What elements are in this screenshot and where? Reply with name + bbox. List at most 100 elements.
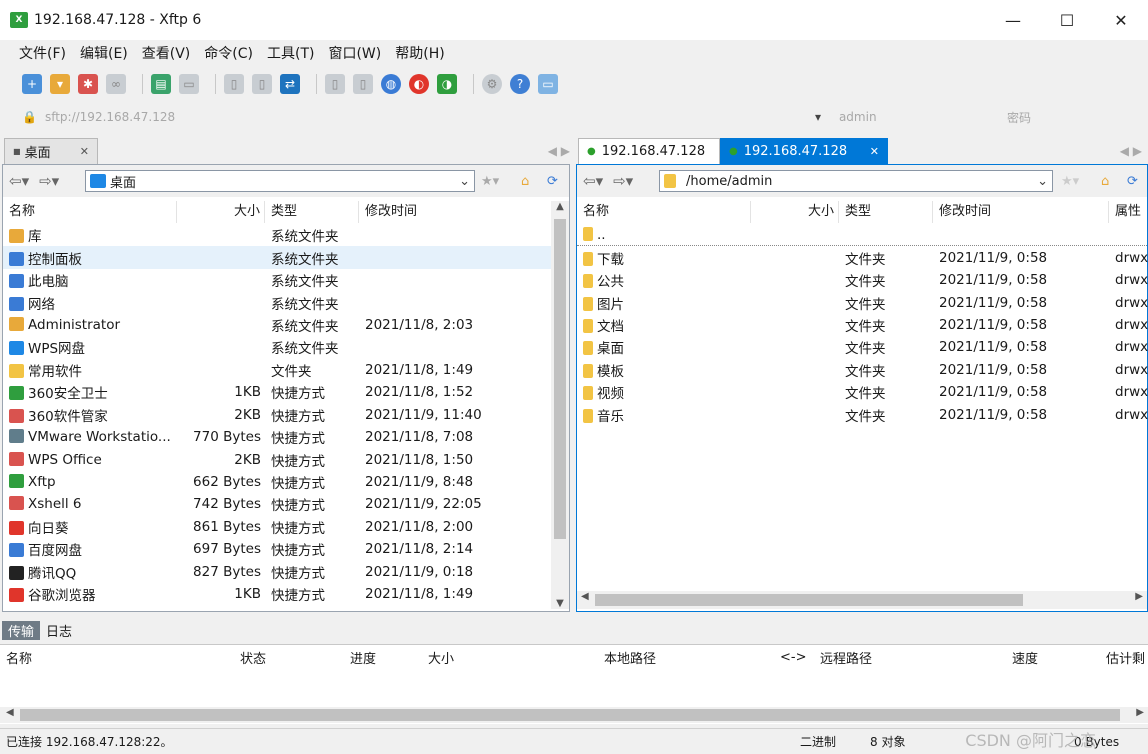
xftp-icon[interactable]: ◑ (437, 74, 457, 94)
table-row[interactable]: 控制面板 系统文件夹 (3, 246, 551, 269)
column-type[interactable]: 类型 (839, 201, 933, 223)
table-row[interactable]: VMware Workstatio... 770 Bytes 快捷方式 2021/11… (3, 426, 551, 448)
table-row[interactable]: Xshell 6 742 Bytes 快捷方式 2021/11/9, 22:05 (3, 493, 551, 515)
menu-tools[interactable]: 工具(T) (260, 43, 321, 63)
refresh-icon[interactable]: ⟳ (1127, 174, 1138, 189)
scroll-down-icon[interactable]: ▼ (551, 598, 569, 609)
help-icon[interactable]: ? (510, 74, 530, 94)
menu-help[interactable]: 帮助(H) (388, 43, 451, 63)
table-row[interactable]: 公共 文件夹 2021/11/9, 0:58 drwx (577, 269, 1148, 291)
transfer-scroll-thumb[interactable] (20, 709, 1120, 721)
scroll-right-icon[interactable]: ▶ (1136, 707, 1144, 718)
transfer-col-progress[interactable]: 进度 (350, 648, 428, 667)
scroll-left-icon[interactable]: ◀ (6, 707, 14, 718)
table-row[interactable]: 向日葵 861 Bytes 快捷方式 2021/11/8, 2:00 (3, 516, 551, 538)
tab-log[interactable]: 日志 (40, 621, 78, 640)
column-name[interactable]: 名称 (3, 201, 177, 223)
table-row[interactable]: 库 系统文件夹 (3, 224, 551, 246)
table-row[interactable]: 音乐 文件夹 2021/11/9, 0:58 drwx (577, 404, 1148, 426)
table-row[interactable]: 桌面 文件夹 2021/11/9, 0:58 drwx (577, 336, 1148, 358)
transfer-col-remote-path[interactable]: 远程路径 (820, 648, 1012, 667)
menu-view[interactable]: 查看(V) (135, 43, 198, 63)
table-row[interactable]: Administrator 系统文件夹 2021/11/8, 2:03 (3, 314, 551, 336)
connect-icon[interactable]: ✱ (78, 74, 98, 94)
transfer-direction-icon[interactable]: ⇄ (280, 74, 300, 94)
column-type[interactable]: 类型 (265, 201, 359, 223)
column-name[interactable]: 名称 (577, 201, 751, 223)
maximize-button[interactable]: ☐ (1040, 0, 1094, 40)
refresh-icon[interactable]: ⟳ (547, 174, 558, 189)
remote-scroll-thumb[interactable] (595, 594, 1023, 606)
transfer-col-local-path[interactable]: 本地路径 (604, 648, 780, 667)
home-folder-icon[interactable]: ⌂ (1101, 174, 1109, 189)
table-row[interactable]: 此电脑 系统文件夹 (3, 269, 551, 291)
transfer-col-eta[interactable]: 估计剩 (1106, 648, 1146, 667)
table-row[interactable]: 常用软件 文件夹 2021/11/8, 1:49 (3, 359, 551, 381)
globe-icon[interactable]: ◍ (381, 74, 401, 94)
address-dropdown-icon[interactable]: ▾ (815, 110, 835, 124)
open-folder-icon[interactable]: ▾ (50, 74, 70, 94)
table-row[interactable]: 文档 文件夹 2021/11/9, 0:58 drwx (577, 314, 1148, 336)
tab-remote-session-2[interactable]: ● 192.168.47.128 ✕ (720, 138, 888, 164)
download-icon[interactable]: ▯ (353, 74, 373, 94)
remote-horizontal-scrollbar[interactable]: ◀ ▶ (577, 591, 1147, 609)
table-row[interactable]: 视频 文件夹 2021/11/9, 0:58 drwx (577, 381, 1148, 403)
table-row[interactable]: Xftp 662 Bytes 快捷方式 2021/11/9, 8:48 (3, 471, 551, 493)
transfer-col-speed[interactable]: 速度 (1012, 648, 1106, 667)
table-row[interactable]: 下载 文件夹 2021/11/9, 0:58 drwx (577, 246, 1148, 268)
session-properties-icon[interactable]: ▤ (151, 74, 171, 94)
tab-close-icon[interactable]: ✕ (870, 145, 879, 158)
table-row[interactable]: WPS Office 2KB 快捷方式 2021/11/8, 1:50 (3, 448, 551, 470)
transfer-col-status[interactable]: 状态 (236, 648, 350, 667)
view-mode-icon[interactable]: ▭ (179, 74, 199, 94)
tab-scroll-arrows-icon[interactable]: ◀ ▶ (548, 144, 570, 158)
table-row[interactable]: WPS网盘 系统文件夹 (3, 336, 551, 358)
close-button[interactable]: ✕ (1094, 0, 1148, 40)
table-row[interactable]: 网络 系统文件夹 (3, 291, 551, 313)
favorite-star-icon[interactable]: ★▾ (481, 174, 499, 189)
minimize-button[interactable]: — (986, 0, 1040, 40)
scroll-left-icon[interactable]: ◀ (581, 591, 589, 602)
password-input[interactable]: 密码 (1003, 109, 1031, 126)
local-scroll-thumb[interactable] (554, 219, 566, 539)
table-row[interactable]: .. (577, 224, 1148, 247)
forward-arrow-icon[interactable]: ⇨▾ (39, 172, 59, 190)
paste-icon[interactable]: ▯ (252, 74, 272, 94)
remote-path-field[interactable]: /home/admin ⌄ (659, 170, 1053, 192)
tab-scroll-arrows-icon[interactable]: ◀ ▶ (1120, 144, 1142, 158)
disconnect-icon[interactable]: ∞ (106, 74, 126, 94)
transfer-col-size[interactable]: 大小 (428, 648, 604, 667)
forward-arrow-icon[interactable]: ⇨▾ (613, 172, 633, 190)
gear-icon[interactable]: ⚙ (482, 74, 502, 94)
favorite-star-icon[interactable]: ★▾ (1061, 174, 1079, 189)
scroll-up-icon[interactable]: ▲ (551, 201, 569, 212)
scroll-right-icon[interactable]: ▶ (1135, 591, 1143, 602)
column-size[interactable]: 大小 (751, 201, 839, 223)
back-arrow-icon[interactable]: ⇦▾ (9, 172, 29, 190)
tab-transfer[interactable]: 传输 (2, 620, 41, 640)
menu-edit[interactable]: 编辑(E) (73, 43, 135, 63)
table-row[interactable]: 图片 文件夹 2021/11/9, 0:58 drwx (577, 291, 1148, 313)
address-input[interactable]: sftp://192.168.47.128 (45, 110, 805, 124)
home-folder-icon[interactable]: ⌂ (521, 174, 529, 189)
xshell-icon[interactable]: ◐ (409, 74, 429, 94)
menu-command[interactable]: 命令(C) (197, 43, 260, 63)
new-session-icon[interactable]: + (22, 74, 42, 94)
username-input[interactable]: admin (835, 110, 1003, 124)
table-row[interactable]: 模板 文件夹 2021/11/9, 0:58 drwx (577, 359, 1148, 381)
tab-remote-session-1[interactable]: ● 192.168.47.128 (578, 138, 720, 164)
copy-icon[interactable]: ▯ (224, 74, 244, 94)
path-dropdown-icon[interactable]: ⌄ (459, 174, 470, 189)
local-path-field[interactable]: 桌面 ⌄ (85, 170, 475, 192)
column-attributes[interactable]: 属性 (1109, 201, 1148, 223)
column-modified[interactable]: 修改时间 (933, 201, 1109, 223)
chat-icon[interactable]: ▭ (538, 74, 558, 94)
table-row[interactable]: 360安全卫士 1KB 快捷方式 2021/11/8, 1:52 (3, 381, 551, 403)
tab-local-desktop[interactable]: ■ 桌面 ✕ (4, 138, 98, 164)
menu-file[interactable]: 文件(F) (12, 43, 73, 63)
table-row[interactable]: 百度网盘 697 Bytes 快捷方式 2021/11/8, 2:14 (3, 538, 551, 560)
transfer-col-direction[interactable]: <-> (780, 650, 820, 665)
table-row[interactable]: 360软件管家 2KB 快捷方式 2021/11/9, 11:40 (3, 404, 551, 426)
menu-window[interactable]: 窗口(W) (321, 43, 388, 63)
table-row[interactable]: 腾讯QQ 827 Bytes 快捷方式 2021/11/9, 0:18 (3, 561, 551, 583)
